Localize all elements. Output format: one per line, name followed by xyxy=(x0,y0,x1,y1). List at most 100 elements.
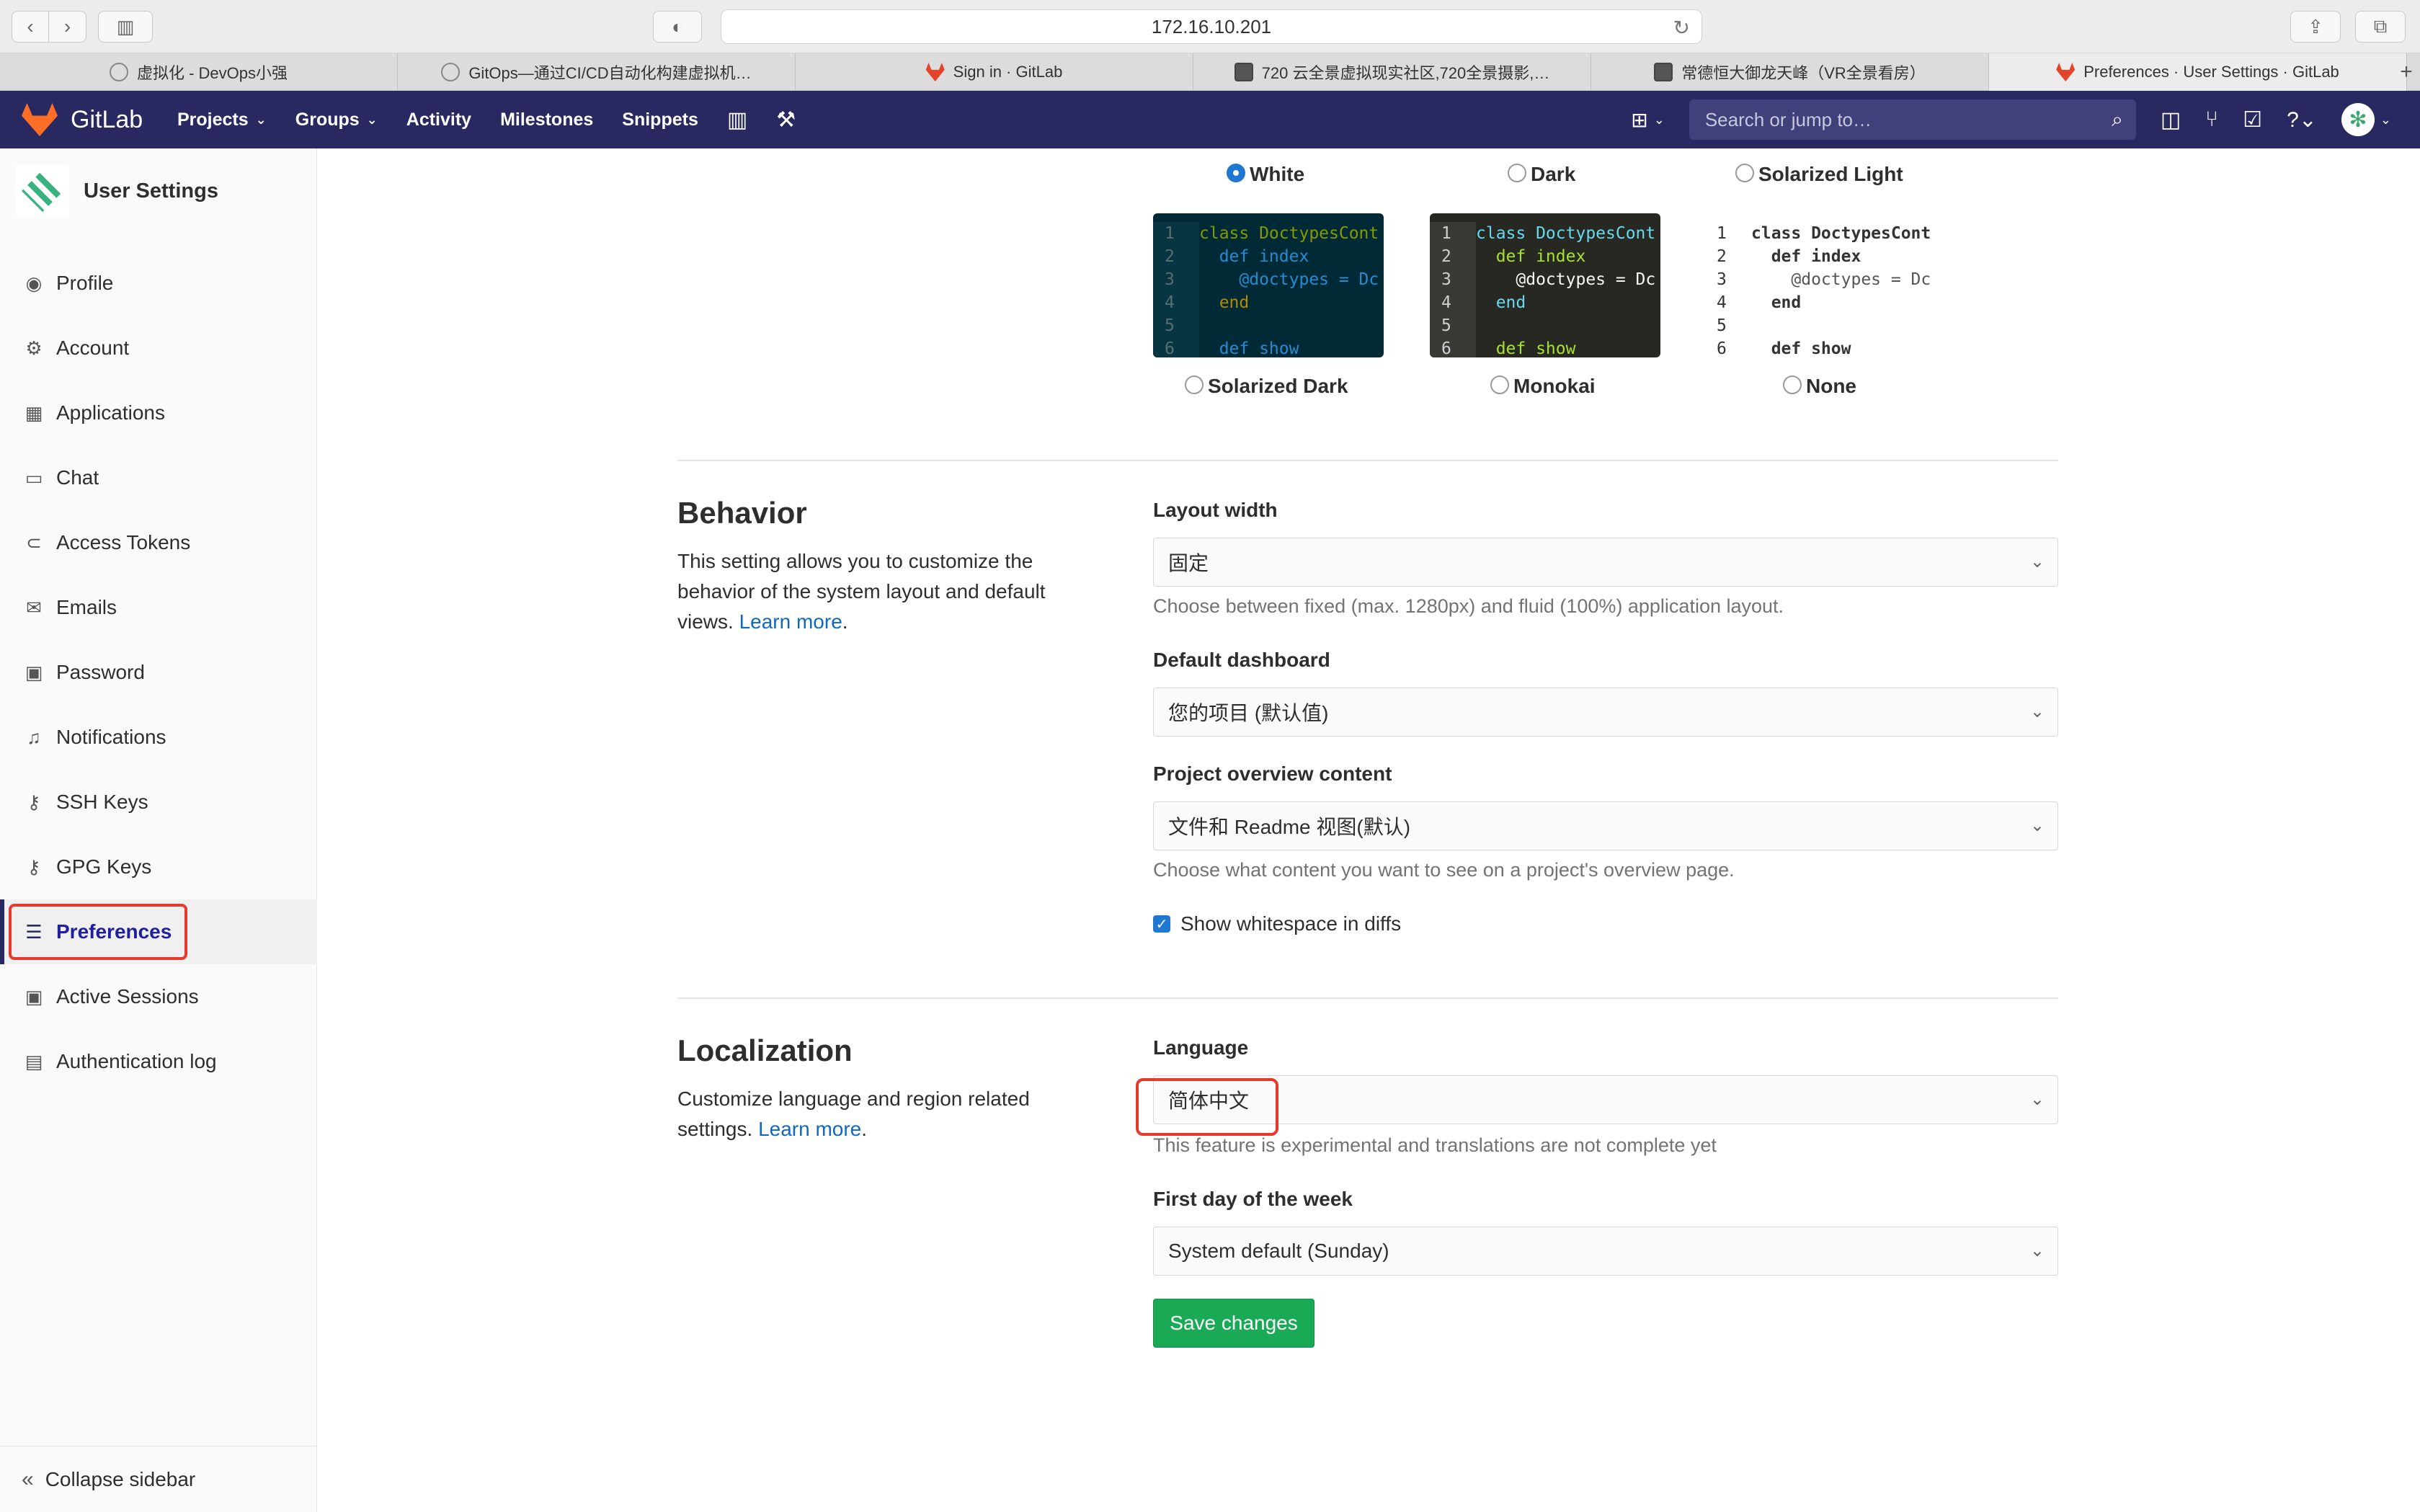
sidebar-item-access-tokens[interactable]: ⊂ Access Tokens xyxy=(0,510,317,575)
tabs-overview-icon[interactable]: ⧉ xyxy=(2355,11,2406,43)
sidebar-item-gpg-keys[interactable]: ⚷ GPG Keys xyxy=(0,835,317,899)
gitlab-logo-icon xyxy=(22,103,58,136)
theme-option-dark[interactable]: Dark xyxy=(1508,163,1575,186)
address-bar[interactable]: 172.16.10.201 ↻ xyxy=(721,9,1702,44)
theme-option-solarized-dark[interactable]: Solarized Dark xyxy=(1185,375,1348,398)
save-changes-button[interactable]: Save changes xyxy=(1153,1299,1314,1348)
user-avatar xyxy=(16,164,69,218)
localization-learn-more-link[interactable]: Learn more xyxy=(758,1118,861,1140)
brand[interactable]: GitLab xyxy=(22,103,177,136)
nav-links: Projects ⌄ Groups ⌄ Activity Milestones Sn… xyxy=(177,107,824,133)
gitlab-navbar: GitLab Projects ⌄ Groups ⌄ Activity Milest… xyxy=(0,91,2420,148)
collapse-sidebar-button[interactable]: « Collapse sidebar xyxy=(0,1446,317,1512)
layout-width-select[interactable]: 固定 ⌄ xyxy=(1153,538,2058,587)
site-favicon-icon xyxy=(1654,63,1673,81)
key-icon: ⚷ xyxy=(27,791,41,813)
sidebar-toggle-icon[interactable]: ▥ xyxy=(98,11,153,43)
back-icon[interactable]: ‹ xyxy=(12,11,49,43)
first-day-label: First day of the week xyxy=(1153,1188,1353,1210)
reload-icon[interactable]: ↻ xyxy=(1673,16,1690,40)
grid-icon: ▦ xyxy=(25,401,43,424)
main-content: White Dark Solarized Light 1 class Doctyp… xyxy=(317,148,2420,1512)
radio-icon[interactable] xyxy=(1783,375,1802,394)
forward-icon[interactable]: › xyxy=(49,11,86,43)
default-dashboard-label: Default dashboard xyxy=(1153,649,1330,671)
nav-projects[interactable]: Projects ⌄ xyxy=(177,110,267,130)
sidebar-item-authentication-log[interactable]: ▤ Authentication log xyxy=(0,1029,317,1094)
search-placeholder: Search or jump to… xyxy=(1704,108,1872,130)
sidebar-item-profile[interactable]: ◉ Profile xyxy=(0,251,317,316)
theme-preview-solarized-dark[interactable]: 1 class DoctypesCont 2 def index 3 @docty… xyxy=(1153,213,1384,357)
browser-tab[interactable]: GitOps—通过CI/CD自动化构建虚拟机… xyxy=(398,53,796,91)
sidebar-item-password[interactable]: ▣ Password xyxy=(0,640,317,705)
first-day-select[interactable]: System default (Sunday) ⌄ xyxy=(1153,1227,2058,1276)
history-buttons: ‹ › xyxy=(12,11,86,43)
language-help: This feature is experimental and transla… xyxy=(1153,1134,1717,1156)
chevron-down-icon: ⌄ xyxy=(366,112,378,127)
chevron-down-icon: ⌄ xyxy=(2029,1090,2045,1109)
behavior-learn-more-link[interactable]: Learn more xyxy=(739,610,842,633)
nav-snippets[interactable]: Snippets xyxy=(622,110,698,130)
sidebar-item-notifications[interactable]: ♫ Notifications xyxy=(0,705,317,770)
sidebar-item-ssh-keys[interactable]: ⚷ SSH Keys xyxy=(0,770,317,835)
sidebar-header[interactable]: User Settings xyxy=(16,164,218,218)
todo-icon[interactable]: ☑ xyxy=(2243,107,2262,133)
shield-icon[interactable]: ◐ xyxy=(653,11,702,43)
browser-tab-active[interactable]: Preferences · User Settings · GitLab xyxy=(1989,53,2407,91)
checkbox-checked-icon[interactable]: ✓ xyxy=(1153,915,1170,933)
chart-icon[interactable]: ▥ xyxy=(727,107,747,133)
browser-tab[interactable]: 虚拟化 - DevOps小强 xyxy=(0,53,398,91)
theme-option-white[interactable]: White xyxy=(1227,163,1304,186)
sidebar-item-preferences[interactable]: ☰ Preferences xyxy=(0,899,317,964)
nav-milestones[interactable]: Milestones xyxy=(500,110,593,130)
browser-toolbar: ‹ › ▥ ◐ 172.16.10.201 ↻ ⇪ ⧉ xyxy=(0,0,2420,53)
mail-icon: ✉ xyxy=(26,596,42,618)
sidebar-item-chat[interactable]: ▭ Chat xyxy=(0,445,317,510)
search-input[interactable]: Search or jump to… ⌕ xyxy=(1689,99,2136,140)
merge-request-icon[interactable]: ⑂ xyxy=(2205,107,2218,132)
nav-activity[interactable]: Activity xyxy=(406,110,471,130)
theme-preview-none[interactable]: 1 class DoctypesCont 2 def index 3 @docty… xyxy=(1705,213,1936,357)
help-icon[interactable]: ?⌄ xyxy=(2287,107,2317,133)
monitor-icon: ▣ xyxy=(25,985,43,1008)
whitespace-checkbox-row[interactable]: ✓ Show whitespace in diffs xyxy=(1153,912,1401,935)
browser-tab[interactable]: 720 云全景虚拟现实社区,720全景摄影,… xyxy=(1193,53,1591,91)
radio-icon[interactable] xyxy=(1185,375,1204,394)
sidebar-item-active-sessions[interactable]: ▣ Active Sessions xyxy=(0,964,317,1029)
sidebar-title: User Settings xyxy=(84,179,218,203)
chat-icon: ▭ xyxy=(25,466,43,489)
user-circle-icon: ◉ xyxy=(25,272,43,294)
default-dashboard-select[interactable]: 您的项目 (默认值) ⌄ xyxy=(1153,688,2058,737)
theme-option-solarized-light[interactable]: Solarized Light xyxy=(1735,163,1903,186)
chevron-down-icon: ⌄ xyxy=(2029,816,2045,835)
nav-groups[interactable]: Groups ⌄ xyxy=(295,110,378,130)
search-icon: ⌕ xyxy=(2112,108,2123,130)
radio-selected-icon[interactable] xyxy=(1227,164,1245,182)
share-icon[interactable]: ⇪ xyxy=(2290,11,2341,43)
theme-preview-monokai[interactable]: 1 class DoctypesCont 2 def index 3 @docty… xyxy=(1430,213,1660,357)
behavior-description: This setting allows you to customize the… xyxy=(677,550,1046,633)
browser-tab[interactable]: 常德恒大御龙天峰（VR全景看房） xyxy=(1591,53,1989,91)
sidebar-item-applications[interactable]: ▦ Applications xyxy=(0,381,317,445)
project-overview-help: Choose what content you want to see on a… xyxy=(1153,859,1735,881)
theme-option-monokai[interactable]: Monokai xyxy=(1490,375,1596,398)
sidebar-items: ◉ Profile ⚙ Account ▦ Applications ▭ Chat ⊂ A… xyxy=(0,251,317,1094)
radio-icon[interactable] xyxy=(1735,164,1754,182)
issues-icon[interactable]: ◫ xyxy=(2161,107,2181,133)
radio-icon[interactable] xyxy=(1508,164,1526,182)
user-avatar[interactable]: ✻ xyxy=(2341,103,2375,136)
sidebar-item-emails[interactable]: ✉ Emails xyxy=(0,575,317,640)
new-tab-icon[interactable]: + xyxy=(2393,53,2420,91)
wrench-icon[interactable]: ⚒ xyxy=(776,107,796,133)
theme-option-none[interactable]: None xyxy=(1783,375,1856,398)
radio-icon[interactable] xyxy=(1490,375,1509,394)
sidebar-item-account[interactable]: ⚙ Account xyxy=(0,316,317,381)
double-chevron-left-icon: « xyxy=(22,1467,34,1491)
brand-name: GitLab xyxy=(71,105,143,133)
project-overview-select[interactable]: 文件和 Readme 视图(默认) ⌄ xyxy=(1153,801,2058,850)
gitlab-favicon-icon xyxy=(925,63,945,81)
language-select[interactable]: 简体中文 ⌄ xyxy=(1153,1075,2058,1124)
new-item-button[interactable]: ⊞ ⌄ xyxy=(1631,108,1665,132)
site-favicon-icon xyxy=(441,63,461,81)
browser-tab[interactable]: Sign in · GitLab xyxy=(796,53,1193,91)
